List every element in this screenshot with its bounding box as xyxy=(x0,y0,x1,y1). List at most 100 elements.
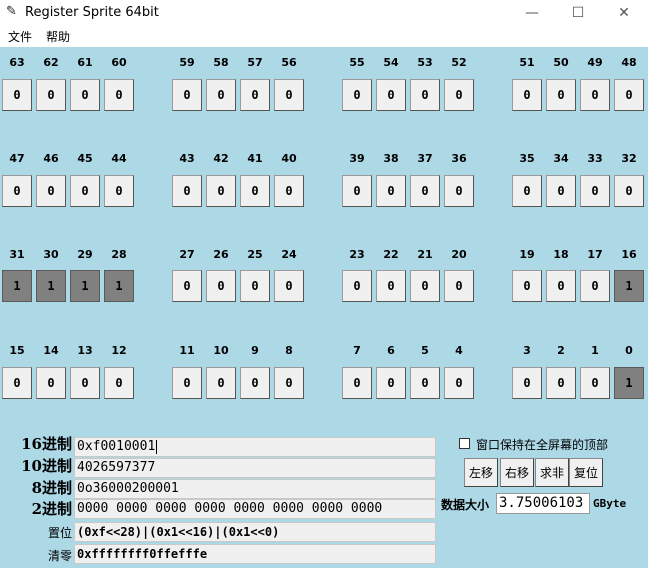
bit-55-label: 55 xyxy=(349,56,365,69)
bit-47-toggle[interactable]: 0 xyxy=(2,175,32,207)
bit-33-label: 33 xyxy=(587,152,603,165)
always-on-top-checkbox[interactable] xyxy=(459,438,470,449)
bit-36-toggle[interactable]: 0 xyxy=(444,175,474,207)
bit-32-toggle[interactable]: 0 xyxy=(614,175,644,207)
bit-27-toggle[interactable]: 0 xyxy=(172,270,202,302)
bit-24-toggle[interactable]: 0 xyxy=(274,270,304,302)
bit-58-toggle[interactable]: 0 xyxy=(206,79,236,111)
bit-19-label: 19 xyxy=(519,248,535,261)
bit-62-toggle[interactable]: 0 xyxy=(36,79,66,111)
bit-34-toggle[interactable]: 0 xyxy=(546,175,576,207)
bit-14-toggle[interactable]: 0 xyxy=(36,367,66,399)
bit-43-label: 43 xyxy=(179,152,195,165)
bit-41-toggle[interactable]: 0 xyxy=(240,175,270,207)
menu-help[interactable]: 帮助 xyxy=(46,28,70,45)
always-on-top-label[interactable]: 窗口保持在全屏幕的顶部 xyxy=(476,436,608,453)
bit-60-toggle[interactable]: 0 xyxy=(104,79,134,111)
bit-51-toggle[interactable]: 0 xyxy=(512,79,542,111)
bit-10-toggle[interactable]: 0 xyxy=(206,367,236,399)
data-size-field[interactable]: 3.75006103 xyxy=(496,493,590,514)
bit-61-toggle[interactable]: 0 xyxy=(70,79,100,111)
bit-7-toggle[interactable]: 0 xyxy=(342,367,372,399)
bit-20-toggle[interactable]: 0 xyxy=(444,270,474,302)
bit-53-toggle[interactable]: 0 xyxy=(410,79,440,111)
bit-11-toggle[interactable]: 0 xyxy=(172,367,202,399)
bit-4-label: 4 xyxy=(455,344,463,357)
bit-35-toggle[interactable]: 0 xyxy=(512,175,542,207)
bit-33-toggle[interactable]: 0 xyxy=(580,175,610,207)
bit-38-toggle[interactable]: 0 xyxy=(376,175,406,207)
bit-22-toggle[interactable]: 0 xyxy=(376,270,406,302)
bit-49-toggle[interactable]: 0 xyxy=(580,79,610,111)
bit-3-toggle[interactable]: 0 xyxy=(512,367,542,399)
clear-expression-field[interactable]: 0xffffffff0ffefffe xyxy=(74,544,436,564)
bit-29-toggle[interactable]: 1 xyxy=(70,270,100,302)
bit-37-toggle[interactable]: 0 xyxy=(410,175,440,207)
bit-1-toggle[interactable]: 0 xyxy=(580,367,610,399)
dec-input[interactable]: 4026597377 xyxy=(74,458,436,478)
text-caret xyxy=(156,439,158,454)
bit-48-toggle[interactable]: 0 xyxy=(614,79,644,111)
bit-57-toggle[interactable]: 0 xyxy=(240,79,270,111)
bit-42-toggle[interactable]: 0 xyxy=(206,175,236,207)
bit-18-toggle[interactable]: 0 xyxy=(546,270,576,302)
bit-5-toggle[interactable]: 0 xyxy=(410,367,440,399)
bit-38-label: 38 xyxy=(383,152,399,165)
bit-26-toggle[interactable]: 0 xyxy=(206,270,236,302)
bit-55-toggle[interactable]: 0 xyxy=(342,79,372,111)
bit-40-toggle[interactable]: 0 xyxy=(274,175,304,207)
menu-file[interactable]: 文件 xyxy=(8,28,32,45)
bit-0-toggle[interactable]: 1 xyxy=(614,367,644,399)
oct-input[interactable]: 0o36000200001 xyxy=(74,479,436,499)
bit-37-label: 37 xyxy=(417,152,433,165)
shift-right-button[interactable]: 右移 xyxy=(500,458,534,487)
bit-8-toggle[interactable]: 0 xyxy=(274,367,304,399)
bit-50-toggle[interactable]: 0 xyxy=(546,79,576,111)
bit-23-toggle[interactable]: 0 xyxy=(342,270,372,302)
bit-59-label: 59 xyxy=(179,56,195,69)
bit-63-toggle[interactable]: 0 xyxy=(2,79,32,111)
bit-15-toggle[interactable]: 0 xyxy=(2,367,32,399)
bit-56-toggle[interactable]: 0 xyxy=(274,79,304,111)
bit-2-toggle[interactable]: 0 xyxy=(546,367,576,399)
bin-input[interactable]: 0000 0000 0000 0000 0000 0000 0000 0000 xyxy=(74,499,436,519)
bit-25-toggle[interactable]: 0 xyxy=(240,270,270,302)
minimize-button[interactable]: — xyxy=(509,0,555,27)
bit-9-toggle[interactable]: 0 xyxy=(240,367,270,399)
bit-43-toggle[interactable]: 0 xyxy=(172,175,202,207)
bit-4-toggle[interactable]: 0 xyxy=(444,367,474,399)
bit-30-toggle[interactable]: 1 xyxy=(36,270,66,302)
bit-17-toggle[interactable]: 0 xyxy=(580,270,610,302)
hex-input[interactable]: 0xf0010001 xyxy=(74,437,436,457)
bit-16-toggle[interactable]: 1 xyxy=(614,270,644,302)
bit-6-toggle[interactable]: 0 xyxy=(376,367,406,399)
bit-28-toggle[interactable]: 1 xyxy=(104,270,134,302)
bit-39-toggle[interactable]: 0 xyxy=(342,175,372,207)
hex-label: 16进制 xyxy=(21,435,72,453)
bit-46-toggle[interactable]: 0 xyxy=(36,175,66,207)
bit-21-toggle[interactable]: 0 xyxy=(410,270,440,302)
bit-13-toggle[interactable]: 0 xyxy=(70,367,100,399)
bit-54-toggle[interactable]: 0 xyxy=(376,79,406,111)
bit-15-label: 15 xyxy=(9,344,25,357)
close-button[interactable]: ✕ xyxy=(601,0,647,27)
reset-button[interactable]: 复位 xyxy=(569,458,603,487)
clear-label: 清零 xyxy=(47,549,72,563)
bit-45-toggle[interactable]: 0 xyxy=(70,175,100,207)
bit-35-label: 35 xyxy=(519,152,535,165)
set-expression-field[interactable]: (0xf<<28)|(0x1<<16)|(0x1<<0) xyxy=(74,522,436,542)
bit-59-toggle[interactable]: 0 xyxy=(172,79,202,111)
bit-7-label: 7 xyxy=(353,344,361,357)
maximize-button[interactable]: ☐ xyxy=(555,0,601,27)
bit-31-toggle[interactable]: 1 xyxy=(2,270,32,302)
shift-left-button[interactable]: 左移 xyxy=(464,458,498,487)
bit-12-toggle[interactable]: 0 xyxy=(104,367,134,399)
invert-button[interactable]: 求非 xyxy=(535,458,569,487)
bit-49-label: 49 xyxy=(587,56,603,69)
bit-52-toggle[interactable]: 0 xyxy=(444,79,474,111)
bit-57-label: 57 xyxy=(247,56,263,69)
bit-44-toggle[interactable]: 0 xyxy=(104,175,134,207)
bit-19-toggle[interactable]: 0 xyxy=(512,270,542,302)
bit-12-label: 12 xyxy=(111,344,127,357)
menu-bar: 文件 帮助 xyxy=(0,27,648,47)
